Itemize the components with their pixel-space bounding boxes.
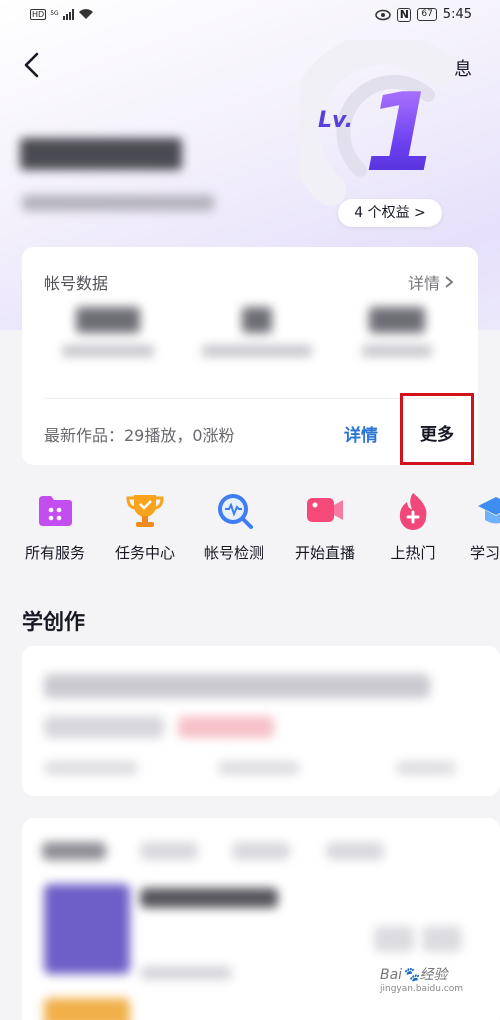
stat-income-blurred <box>362 307 432 357</box>
hot-flame-icon <box>393 490 433 530</box>
watermark-url: jingyan.baidu.com <box>380 984 464 994</box>
user-subtitle-blurred <box>22 195 214 211</box>
status-bar: HD 5G N 67 5:45 <box>0 0 500 32</box>
more-button[interactable]: 更多 <box>400 393 474 465</box>
service-label: 帐号检测 <box>203 544 264 562</box>
account-data-card: 帐号数据 详情 最新作品：29播放，0涨粉 详情 更多 <box>22 247 478 465</box>
level-prefix: Lv. <box>318 108 353 133</box>
nfc-icon: N <box>397 7 412 22</box>
live-camera-icon <box>305 490 345 530</box>
service-label: 上热门 <box>390 544 436 562</box>
level-number: 1 <box>364 71 440 196</box>
account-data-title: 帐号数据 <box>44 274 109 293</box>
latest-work-summary: 最新作品：29播放，0涨粉 <box>44 426 235 445</box>
user-name-blurred <box>20 138 182 170</box>
service-label: 任务中心 <box>114 544 175 562</box>
battery-icon: 67 <box>417 8 437 21</box>
paw-icon: 🐾 <box>402 967 420 983</box>
eye-icon <box>375 9 392 20</box>
watermark-logo: Bai🐾经验 jingyan.baidu.com <box>380 964 463 994</box>
chevron-left-icon <box>24 52 39 78</box>
service-label: 学习 <box>470 544 500 562</box>
service-label: 开始直播 <box>294 544 355 562</box>
chevron-right-icon <box>445 276 454 288</box>
course-card-blurred[interactable] <box>22 646 500 796</box>
more-label: 更多 <box>420 425 454 445</box>
network-type-badge: HD <box>30 8 47 20</box>
latest-work-detail-link[interactable]: 详情 <box>344 421 378 446</box>
stat-followers-blurred <box>202 307 312 357</box>
back-button[interactable] <box>18 50 48 80</box>
service-learn[interactable]: 学习 <box>456 490 500 563</box>
watermark-brand: Bai <box>380 967 403 983</box>
clock-time: 5:45 <box>442 7 472 22</box>
service-task-center[interactable]: 任务中心 <box>100 490 190 563</box>
account-data-detail-link[interactable]: 详情 <box>408 270 454 294</box>
detail-label: 详情 <box>407 274 440 293</box>
trophy-icon <box>125 490 165 530</box>
card-divider <box>44 398 456 399</box>
service-start-live[interactable]: 开始直播 <box>280 490 370 563</box>
learn-section-title: 学创作 <box>22 610 85 634</box>
service-hot[interactable]: 上热门 <box>368 490 458 563</box>
service-account-check[interactable]: 帐号检测 <box>189 490 279 563</box>
all-services-icon <box>35 490 75 530</box>
service-label: 所有服务 <box>24 544 85 562</box>
service-all-services[interactable]: 所有服务 <box>10 490 100 563</box>
watermark-suffix: 经验 <box>419 967 448 983</box>
signal-type: 5G <box>50 10 59 17</box>
wifi-icon <box>78 9 93 19</box>
learn-cap-icon <box>476 490 500 530</box>
signal-icon <box>62 8 74 20</box>
stat-views-blurred <box>62 307 154 357</box>
account-check-icon <box>214 490 254 530</box>
benefits-button[interactable]: 4 个权益 > <box>338 199 442 227</box>
